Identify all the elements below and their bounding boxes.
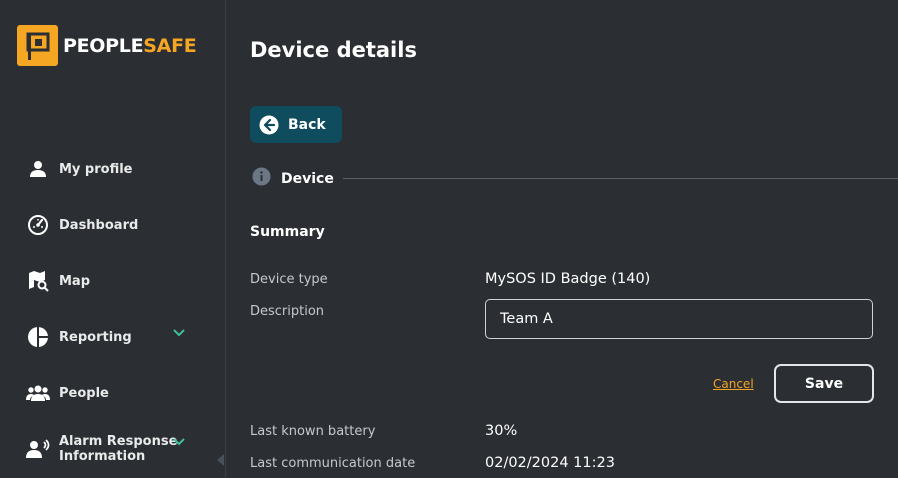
sidebar-item-label: Reporting: [59, 329, 132, 345]
battery-value: 30%: [485, 423, 518, 439]
last-communication-value: 02/02/2024 11:23: [485, 455, 615, 471]
sidebar-item-dashboard[interactable]: Dashboard: [26, 213, 138, 237]
sidebar: PEOPLESAFE My profile Dashboard Map Repo…: [0, 0, 226, 478]
page-title: Device details: [250, 38, 417, 62]
main-content: Device details Back Device Summary Devic…: [226, 0, 898, 478]
sidebar-item-label-line2: Information: [59, 449, 146, 464]
back-button-label: Back: [288, 116, 326, 133]
sidebar-collapse-handle[interactable]: [217, 454, 224, 466]
sidebar-item-label: My profile: [59, 161, 133, 177]
logo-text-people: PEOPLE: [63, 34, 144, 57]
sidebar-item-label: Alarm Response: [59, 434, 178, 449]
chevron-down-icon[interactable]: [172, 436, 186, 451]
sidebar-item-map[interactable]: Map: [26, 269, 90, 293]
sidebar-item-label: People: [59, 385, 109, 401]
arrow-left-icon: [259, 115, 279, 135]
section-divider: [342, 178, 898, 179]
gauge-icon: [26, 213, 50, 237]
sidebar-item-reporting[interactable]: Reporting: [26, 325, 201, 349]
logo-mark-icon: [17, 25, 58, 66]
summary-heading: Summary: [250, 224, 325, 240]
alarm-person-icon: [26, 437, 50, 461]
battery-label: Last known battery: [250, 424, 376, 439]
map-search-icon: [26, 269, 50, 293]
sidebar-item-alarm-response[interactable]: Alarm Response Information: [26, 434, 201, 464]
logo-text-safe: SAFE: [143, 34, 197, 57]
cancel-link[interactable]: Cancel: [713, 377, 754, 391]
info-icon: [252, 167, 271, 190]
section-label: Device: [281, 170, 334, 187]
people-icon: [26, 381, 50, 405]
description-label: Description: [250, 304, 325, 319]
last-communication-label: Last communication date: [250, 456, 416, 471]
peoplesafe-logo[interactable]: PEOPLESAFE: [17, 25, 197, 66]
sidebar-item-label: Map: [59, 273, 91, 289]
pie-chart-icon: [26, 325, 50, 349]
save-button[interactable]: Save: [774, 364, 874, 403]
section-header-device: Device: [252, 167, 898, 190]
description-input[interactable]: [485, 299, 873, 339]
back-button[interactable]: Back: [250, 106, 342, 143]
logo-wordmark: PEOPLESAFE: [63, 34, 197, 57]
user-icon: [26, 157, 50, 181]
chevron-down-icon[interactable]: [172, 327, 186, 342]
sidebar-item-label: Dashboard: [59, 217, 139, 233]
device-type-label: Device type: [250, 272, 328, 287]
sidebar-item-my-profile[interactable]: My profile: [26, 157, 133, 181]
device-type-value: MySOS ID Badge (140): [485, 271, 651, 287]
sidebar-item-people[interactable]: People: [26, 381, 109, 405]
